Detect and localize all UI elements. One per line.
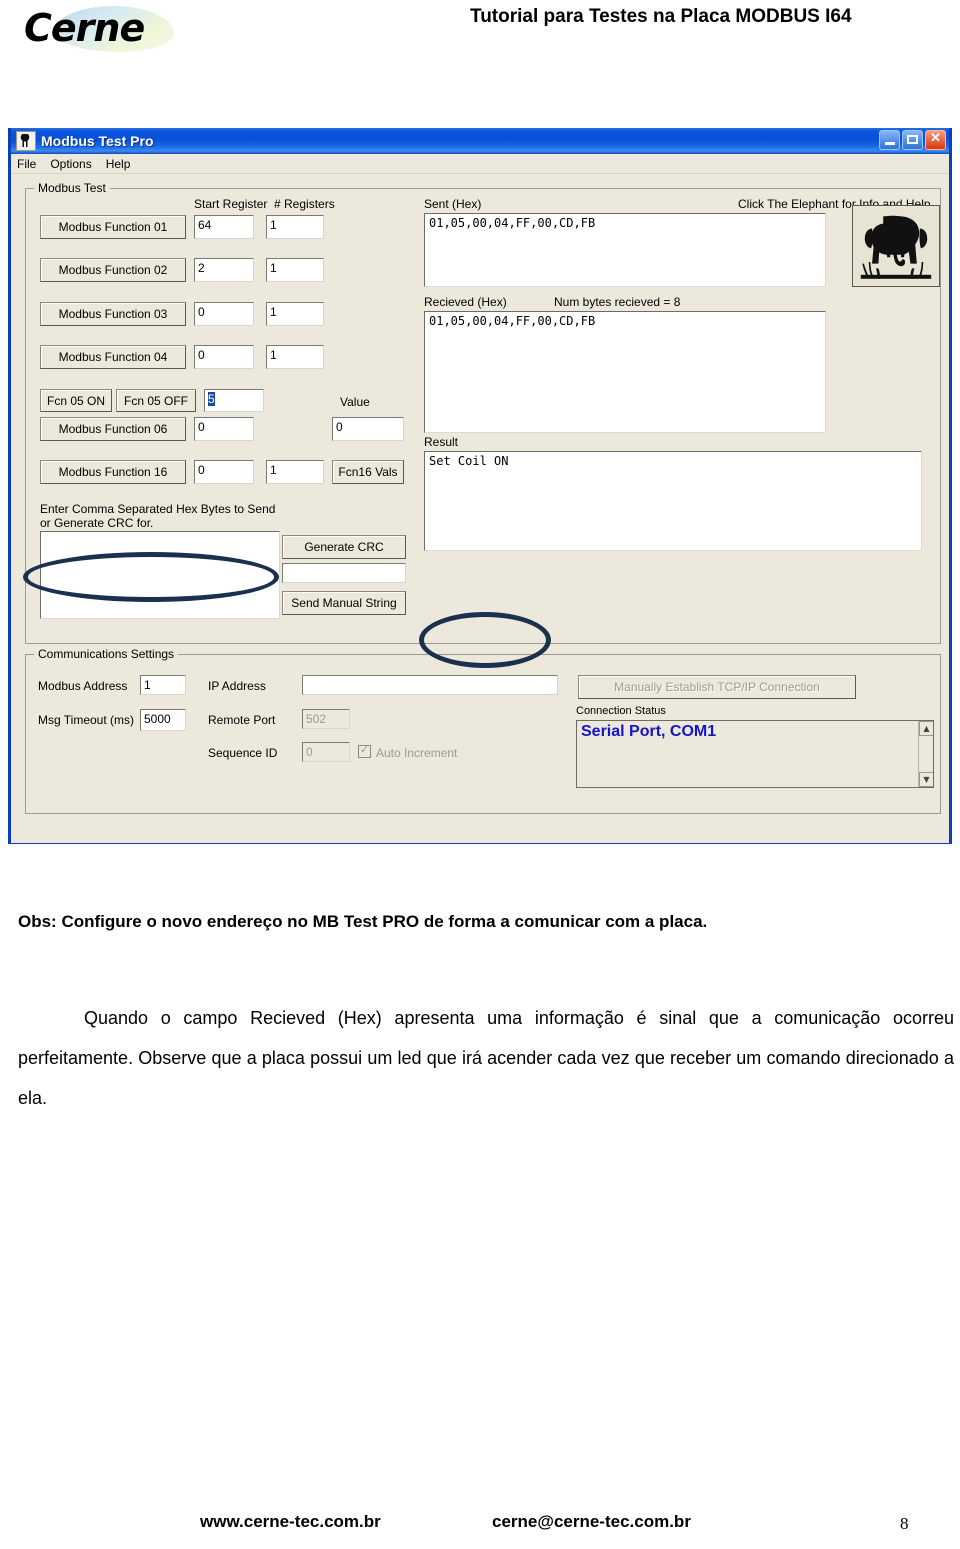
connection-status-label: Connection Status (576, 705, 666, 717)
window-controls (879, 130, 946, 150)
fcn05-register-value: 5 (208, 392, 215, 406)
remote-port-label: Remote Port (208, 713, 276, 727)
ip-address-label: IP Address (208, 679, 266, 693)
modbus-test-pro-window: Modbus Test Pro File Options Help Modbus… (8, 128, 952, 844)
num-registers-input-16[interactable]: 1 (266, 460, 324, 484)
num-registers-input-02[interactable]: 1 (266, 258, 324, 282)
ip-address-input[interactable] (302, 675, 558, 695)
scroll-down-icon[interactable]: ▼ (919, 772, 933, 787)
msg-timeout-label: Msg Timeout (ms) (38, 713, 135, 727)
page-header: Cerne Tutorial para Testes na Placa MODB… (0, 0, 960, 56)
menu-help[interactable]: Help (106, 157, 131, 171)
start-register-input-04[interactable]: 0 (194, 345, 254, 369)
result-label: Result (424, 435, 459, 449)
auto-increment-checkbox[interactable] (358, 743, 371, 758)
manual-hex-label-line2: or Generate CRC for. (40, 516, 154, 530)
num-registers-header: # Registers (274, 197, 335, 211)
footer-page-number: 8 (900, 1514, 909, 1533)
start-register-header: Start Register (194, 197, 268, 211)
modbus-function-01-button[interactable]: Modbus Function 01 (40, 215, 186, 239)
manually-establish-tcpip-connection-button[interactable]: Manually Establish TCP/IP Connection (578, 675, 856, 699)
modbus-function-16-button[interactable]: Modbus Function 16 (40, 460, 186, 484)
num-registers-input-04[interactable]: 1 (266, 345, 324, 369)
sent-hex-textarea[interactable]: 01,05,00,04,FF,00,CD,FB (424, 213, 826, 287)
modbus-function-04-button[interactable]: Modbus Function 04 (40, 345, 186, 369)
modbus-function-06-button[interactable]: Modbus Function 06 (40, 417, 186, 441)
received-hex-textarea[interactable]: 01,05,00,04,FF,00,CD,FB (424, 311, 826, 433)
connection-status-listbox[interactable]: Serial Port, COM1 ▲ ▼ (576, 720, 934, 788)
manual-hex-label-line1: Enter Comma Separated Hex Bytes to Send (40, 502, 276, 516)
footer-email[interactable]: cerne@cerne-tec.com.br (492, 1512, 691, 1532)
start-register-input-fcn05[interactable]: 5 (204, 389, 264, 412)
logo-text: Cerne (24, 6, 145, 50)
num-registers-input-01[interactable]: 1 (266, 215, 324, 239)
menubar: File Options Help (11, 154, 949, 174)
footer-website[interactable]: www.cerne-tec.com.br (200, 1512, 381, 1532)
crc-result-input[interactable] (282, 563, 406, 583)
remote-port-input[interactable]: 502 (302, 709, 350, 729)
document-title: Tutorial para Testes na Placa MODBUS I64 (470, 6, 852, 27)
num-bytes-received-label: Num bytes recieved = 8 (554, 295, 681, 309)
observation-line: Obs: Configure o novo endereço no MB Tes… (18, 912, 708, 931)
body-paragraph: Quando o campo Recieved (Hex) apresenta … (18, 1008, 954, 1108)
manual-hex-input[interactable] (40, 531, 280, 619)
start-register-input-16[interactable]: 0 (194, 460, 254, 484)
generate-crc-button[interactable]: Generate CRC (282, 535, 406, 559)
communications-settings-group: Communications Settings Modbus Address 1… (25, 647, 941, 814)
received-hex-label: Recieved (Hex) (424, 295, 507, 309)
connection-status-scrollbar[interactable]: ▲ ▼ (918, 721, 933, 787)
elephant-icon[interactable] (852, 205, 940, 287)
value-header: Value (340, 395, 370, 409)
sequence-id-input[interactable]: 0 (302, 742, 350, 762)
start-register-input-02[interactable]: 2 (194, 258, 254, 282)
app-icon (16, 131, 36, 151)
sequence-id-label: Sequence ID (208, 746, 278, 760)
start-register-input-03[interactable]: 0 (194, 302, 254, 326)
connection-status-value: Serial Port, COM1 (581, 723, 717, 740)
modbus-address-label: Modbus Address (38, 679, 128, 693)
minimize-icon[interactable] (879, 130, 900, 150)
num-registers-input-03[interactable]: 1 (266, 302, 324, 326)
send-manual-string-button[interactable]: Send Manual String (282, 591, 406, 615)
scroll-up-icon[interactable]: ▲ (919, 721, 933, 736)
modbus-function-02-button[interactable]: Modbus Function 02 (40, 258, 186, 282)
window-titlebar[interactable]: Modbus Test Pro (11, 128, 949, 154)
modbus-test-group: Modbus Test Start Register # Registers V… (25, 181, 941, 644)
communications-settings-group-title: Communications Settings (34, 647, 179, 661)
elephant-glyph (860, 215, 932, 279)
result-textarea[interactable]: Set Coil ON (424, 451, 922, 551)
msg-timeout-input[interactable]: 5000 (140, 709, 186, 731)
modbus-test-group-title: Modbus Test (34, 181, 110, 195)
sent-hex-label: Sent (Hex) (424, 197, 482, 211)
fcn16-vals-button[interactable]: Fcn16 Vals (332, 460, 404, 484)
value-input-06[interactable]: 0 (332, 417, 404, 441)
maximize-icon[interactable] (902, 130, 923, 150)
modbus-address-input[interactable]: 1 (140, 675, 186, 695)
window-title: Modbus Test Pro (41, 133, 154, 149)
menu-options[interactable]: Options (50, 157, 91, 171)
fcn-05-on-button[interactable]: Fcn 05 ON (40, 389, 112, 412)
fcn-05-off-button[interactable]: Fcn 05 OFF (116, 389, 196, 412)
close-icon[interactable] (925, 130, 946, 150)
menu-file[interactable]: File (17, 157, 36, 171)
auto-increment-label: Auto Increment (376, 746, 458, 760)
modbus-function-03-button[interactable]: Modbus Function 03 (40, 302, 186, 326)
start-register-input-06[interactable]: 0 (194, 417, 254, 441)
window-body: Modbus Test Start Register # Registers V… (11, 174, 949, 843)
page-footer: www.cerne-tec.com.br cerne@cerne-tec.com… (0, 1512, 960, 1542)
cerne-logo: Cerne (24, 2, 174, 54)
start-register-input-01[interactable]: 64 (194, 215, 254, 239)
